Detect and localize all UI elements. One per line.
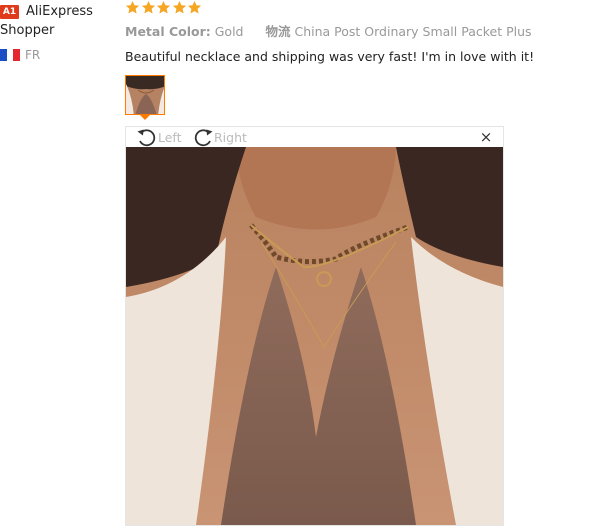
- star-icon: [187, 0, 202, 14]
- viewer-toolbar: Left Right ×: [126, 127, 503, 147]
- rotate-right-label: Right: [214, 129, 247, 145]
- attr-metal-color-label: Metal Color:: [125, 24, 211, 39]
- rotate-right-button[interactable]: Right: [192, 127, 247, 147]
- close-button[interactable]: ×: [479, 128, 493, 146]
- photo-viewer: Left Right ×: [125, 126, 504, 526]
- attr-logistics-label: 物流: [265, 24, 291, 39]
- flag-stripe-white: [6, 49, 14, 61]
- star-icon: [141, 0, 155, 14]
- review-photo-thumbnail[interactable]: [125, 75, 165, 115]
- rotate-right-icon: [194, 129, 213, 147]
- star-rating: [125, 0, 203, 20]
- order-attributes: Metal Color: Gold 物流 China Post Ordinary…: [125, 22, 532, 42]
- flag-stripe-red: [13, 49, 21, 61]
- attr-metal-color-value: Gold: [214, 24, 244, 39]
- flag-stripe-blue: [0, 49, 7, 61]
- star-icon: [125, 0, 140, 14]
- rotate-left-button[interactable]: Left: [136, 127, 182, 147]
- thumbnail-photo-icon: [126, 76, 164, 114]
- review-text: Beautiful necklace and shipping was very…: [125, 49, 535, 64]
- star-icon: [172, 0, 186, 14]
- country-code: FR: [25, 48, 41, 62]
- rotate-left-label: Left: [158, 129, 182, 145]
- buyer-level-badge: A1: [0, 5, 19, 19]
- attr-logistics-value: China Post Ordinary Small Packet Plus: [294, 24, 532, 39]
- thumbnail-pointer: [139, 114, 151, 120]
- france-flag-icon: [0, 49, 21, 61]
- star-icon: [156, 0, 171, 14]
- review-photo: [126, 147, 503, 525]
- rotate-left-icon: [137, 129, 156, 147]
